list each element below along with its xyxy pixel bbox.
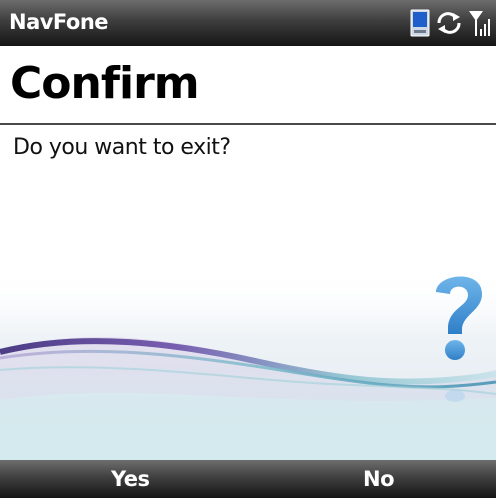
signal-icon [469,11,490,36]
device-icon [410,9,430,37]
status-icons [410,5,492,41]
title-divider [0,123,496,125]
page-title: Confirm [10,58,200,109]
dialog-message: Do you want to exit? [13,135,231,160]
sync-icon [437,12,461,34]
screen: NavFone Confirm Do you want to exit? Yes… [0,0,496,498]
title-bar: NavFone [0,0,496,46]
question-mark-icon [436,276,482,402]
app-title: NavFone [9,10,109,34]
yes-softkey[interactable]: Yes [111,467,150,491]
softkey-bar: Yes No [0,460,496,498]
no-softkey[interactable]: No [363,467,395,491]
wave-background [0,270,496,460]
